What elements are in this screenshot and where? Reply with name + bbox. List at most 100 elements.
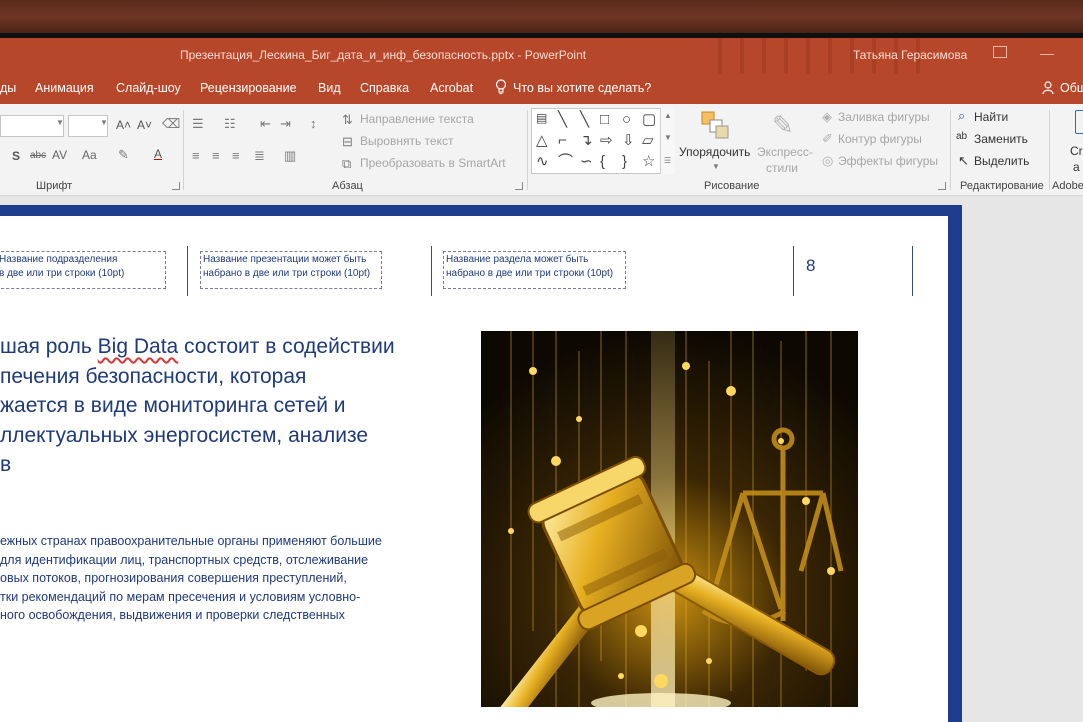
oval-shape-icon[interactable]: ○ xyxy=(622,112,631,127)
smartart-icon: ⧉ xyxy=(342,156,352,171)
user-name[interactable]: Татьяна Герасимова xyxy=(853,48,967,62)
header-department-box[interactable]: Название подразделения в две или три стр… xyxy=(0,251,166,289)
align-left-icon[interactable]: ≡ xyxy=(192,148,200,163)
chevron-down-icon[interactable]: ▼ xyxy=(712,162,720,171)
quick-styles-button-line2: стили xyxy=(766,161,798,175)
page-number[interactable]: 8 xyxy=(806,256,815,276)
grow-font-button[interactable]: A˄ xyxy=(116,118,131,132)
change-case-button[interactable]: Aa xyxy=(82,148,97,162)
shape-outline-button[interactable]: Контур фигуры xyxy=(838,132,922,146)
chevron-down-icon[interactable]: ▼ xyxy=(664,133,672,142)
paragraph-dialog-launcher-icon[interactable] xyxy=(515,182,523,190)
ribbon-tabs: ды Анимация Слайд-шоу Рецензирование Вид… xyxy=(0,74,1083,104)
elbow-connector-icon[interactable]: ⌐ xyxy=(558,133,567,148)
columns-icon[interactable]: ▥ xyxy=(284,148,296,164)
increase-indent-icon[interactable]: ⇥ xyxy=(280,116,291,132)
arrange-icon xyxy=(701,111,729,139)
slide-headline[interactable]: шая роль Big Data состоит в содействии п… xyxy=(0,332,420,480)
tell-me-search[interactable]: Что вы хотите сделать? xyxy=(513,81,651,95)
chevron-up-icon[interactable]: ▲ xyxy=(664,111,672,120)
chevron-down-icon[interactable]: ▼ xyxy=(56,118,64,127)
arrange-button[interactable]: Упорядочить xyxy=(679,145,750,159)
clear-formatting-icon[interactable]: ⌫ xyxy=(162,116,180,132)
align-text-button[interactable]: Выровнять текст xyxy=(360,134,453,148)
ribbon-display-options-icon[interactable] xyxy=(993,46,1007,58)
callout-shape-icon[interactable]: ▱ xyxy=(642,133,654,148)
font-group-label: Шрифт xyxy=(36,180,73,192)
shadow-button[interactable]: S xyxy=(12,149,20,163)
font-dialog-launcher-icon[interactable] xyxy=(172,182,180,190)
shrink-font-button[interactable]: A˅ xyxy=(137,118,152,132)
create-pdf-button-line2: a xyxy=(1073,160,1080,174)
find-button[interactable]: Найти xyxy=(974,110,1008,124)
text-direction-button[interactable]: Направление текста xyxy=(360,112,474,126)
highlight-icon[interactable]: ✎ xyxy=(118,147,129,163)
header-section-box[interactable]: Название раздела может быть набрано в дв… xyxy=(443,251,626,289)
search-icon: ⌕ xyxy=(958,108,966,123)
bullets-icon[interactable]: ☰ xyxy=(192,116,204,132)
tab-slideshow[interactable]: Слайд-шоу xyxy=(116,81,181,95)
right-brace-shape-icon[interactable]: } xyxy=(622,154,627,169)
effects-icon: ◎ xyxy=(822,153,834,168)
font-color-button[interactable]: A xyxy=(154,147,162,161)
tab-review[interactable]: Рецензирование xyxy=(200,81,297,95)
decrease-indent-icon[interactable]: ⇤ xyxy=(260,116,271,132)
shapes-gallery[interactable]: ▤ ╲ ╲ □ ○ ▢ △ ⌐ ↴ ⇨ ⇩ ▱ ∿ ⌒ ∽ { } ☆ xyxy=(531,108,675,174)
left-brace-shape-icon[interactable]: { xyxy=(600,154,605,169)
tab-animation[interactable]: Анимация xyxy=(35,81,94,95)
ribbon: ▼ ▼ A˄ A˅ ⌫ S abc AV Aa ✎ A Шрифт ☰ ☷ ⇤ … xyxy=(0,104,1083,196)
curve-shape-icon[interactable]: ∽ xyxy=(580,154,593,169)
replace-button[interactable]: Заменить xyxy=(974,132,1028,146)
line-shape-icon[interactable]: ╲ xyxy=(558,112,567,127)
numbering-icon[interactable]: ☷ xyxy=(224,116,236,132)
tab-view[interactable]: Вид xyxy=(318,81,341,95)
drawing-group-label: Рисование xyxy=(704,180,760,192)
replace-icon: ab xyxy=(956,131,968,142)
star-shape-icon[interactable]: ☆ xyxy=(642,154,655,169)
font-name-field[interactable] xyxy=(0,115,64,137)
down-arrow-shape-icon[interactable]: ⇩ xyxy=(622,133,635,148)
align-center-icon[interactable]: ≡ xyxy=(212,148,220,163)
adobe-pdf-icon xyxy=(1075,110,1083,134)
header-presentation-box[interactable]: Название презентации может быть набрано … xyxy=(200,251,382,289)
line-spacing-icon[interactable]: ↕ xyxy=(310,116,317,131)
share-person-icon[interactable] xyxy=(1042,81,1056,95)
quick-styles-button[interactable]: Экспресс- xyxy=(757,145,813,159)
minimize-icon[interactable] xyxy=(1040,54,1054,55)
header-divider xyxy=(793,246,794,296)
select-button[interactable]: Выделить xyxy=(974,154,1029,168)
char-spacing-button[interactable]: AV xyxy=(52,148,67,162)
elbow-arrow-icon[interactable]: ↴ xyxy=(580,133,593,148)
shape-fill-button[interactable]: Заливка фигуры xyxy=(838,110,930,124)
justify-icon[interactable]: ≣ xyxy=(254,148,265,164)
more-icon[interactable]: ☰ xyxy=(664,156,671,165)
smartart-button[interactable]: Преобразовать в SmartArt xyxy=(360,156,506,170)
slide-body-text[interactable]: ежных странах правоохранительные органы … xyxy=(0,532,410,625)
chevron-down-icon[interactable]: ▼ xyxy=(100,118,108,127)
share-button[interactable]: Общ xyxy=(1060,81,1083,95)
arc-shape-icon[interactable]: ⌒ xyxy=(558,154,573,169)
drawing-dialog-launcher-icon[interactable] xyxy=(938,182,946,190)
headline-text: шая роль xyxy=(0,335,98,358)
create-pdf-button[interactable]: Cre xyxy=(1070,144,1083,158)
align-text-icon: ⊟ xyxy=(342,134,353,149)
rounded-rect-shape-icon[interactable]: ▢ xyxy=(642,112,656,127)
tab-acrobat[interactable]: Acrobat xyxy=(430,81,473,95)
quick-styles-icon: ✎ xyxy=(772,110,794,140)
line-shape-icon[interactable]: ╲ xyxy=(580,112,589,127)
shape-effects-button[interactable]: Эффекты фигуры xyxy=(838,154,938,168)
align-right-icon[interactable]: ≡ xyxy=(232,148,240,163)
gavel-image[interactable] xyxy=(481,331,858,707)
freeform-shape-icon[interactable]: ∿ xyxy=(536,154,549,169)
triangle-shape-icon[interactable]: △ xyxy=(536,133,548,148)
strikethrough-button[interactable]: abc xyxy=(30,150,46,161)
textbox-shape-icon[interactable]: ▤ xyxy=(536,112,547,124)
title-bar: Презентация_Лескина_Биг_дата_и_инф_безоп… xyxy=(0,38,1083,74)
adobe-group-label: Adobe xyxy=(1052,180,1083,192)
tab-design-partial[interactable]: ды xyxy=(0,81,16,95)
editing-group-label: Редактирование xyxy=(960,180,1044,192)
rectangle-shape-icon[interactable]: □ xyxy=(600,112,609,127)
tab-help[interactable]: Справка xyxy=(360,81,409,95)
gallery-scroll[interactable]: ▲ ▼ ☰ xyxy=(660,108,675,174)
right-arrow-shape-icon[interactable]: ⇨ xyxy=(600,133,613,148)
